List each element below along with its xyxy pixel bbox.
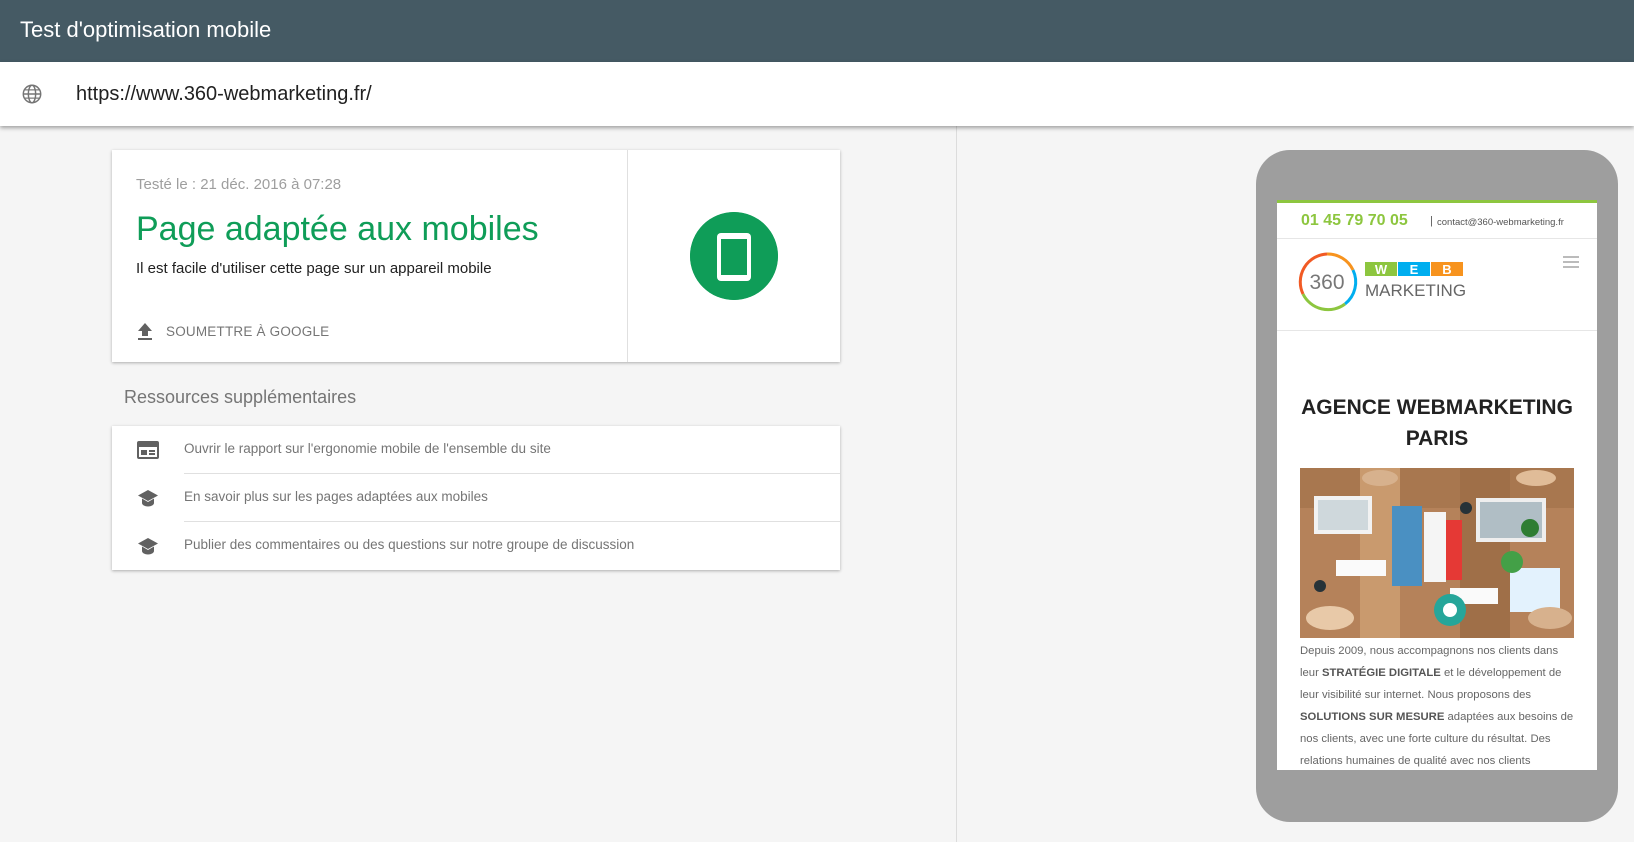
site-phone-number: 01 45 79 70 05 [1301, 212, 1408, 229]
svg-text:B: B [1442, 262, 1451, 277]
site-intro-paragraph: Depuis 2009, nous accompagnons nos clien… [1300, 645, 1574, 767]
submit-label: SOUMETTRE À GOOGLE [166, 323, 330, 339]
svg-text:E: E [1410, 262, 1419, 277]
mobile-friendly-icon [690, 212, 778, 300]
resources-heading: Ressources supplémentaires [124, 387, 357, 407]
url-bar [0, 62, 1634, 126]
submit-to-google-button[interactable]: SOUMETTRE À GOOGLE [136, 316, 329, 346]
page-preview[interactable]: 01 45 79 70 05 | contact@360-webmarketin… [1277, 200, 1597, 770]
result-description: Il est facile d'utiliser cette page sur … [136, 260, 492, 277]
school-icon [138, 490, 158, 507]
resource-label: Ouvrir le rapport sur l'ergonomie mobile… [184, 441, 551, 456]
school-icon [138, 538, 158, 555]
card-divider [627, 150, 628, 362]
site-divider [1277, 330, 1597, 331]
office-desk-photo [1300, 468, 1574, 638]
site-logo: 360 W E B MARKETING [1298, 252, 1466, 312]
resource-item-discussion[interactable]: Publier des commentaires ou des question… [112, 522, 840, 570]
svg-text:W: W [1375, 262, 1388, 277]
phone-preview-frame: 01 45 79 70 05 | contact@360-webmarketin… [1256, 150, 1618, 822]
hamburger-menu-icon [1563, 256, 1579, 268]
resource-label: En savoir plus sur les pages adaptées au… [184, 489, 488, 504]
resource-label: Publier des commentaires ou des question… [184, 537, 635, 552]
resource-item-report[interactable]: Ouvrir le rapport sur l'ergonomie mobile… [112, 426, 840, 474]
site-email: contact@360-webmarketing.fr [1437, 217, 1564, 228]
upload-icon [138, 323, 152, 340]
globe-icon [22, 84, 42, 104]
result-card: Testé le : 21 déc. 2016 à 07:28 Page ada… [112, 150, 840, 362]
site-separator: | [1430, 215, 1433, 227]
site-divider [1277, 238, 1597, 239]
app-title: Test d'optimisation mobile [20, 17, 272, 42]
app-header: Test d'optimisation mobile [0, 0, 1634, 62]
resource-item-learn-more[interactable]: En savoir plus sur les pages adaptées au… [112, 474, 840, 522]
resources-list: Ouvrir le rapport sur l'ergonomie mobile… [112, 426, 840, 570]
result-title: Page adaptée aux mobiles [136, 210, 539, 248]
svg-text:MARKETING: MARKETING [1365, 281, 1466, 300]
site-heading: AGENCE WEBMARKETING PARIS [1301, 396, 1573, 450]
report-icon [137, 441, 159, 459]
site-top-accent [1277, 200, 1597, 203]
tested-date: Testé le : 21 déc. 2016 à 07:28 [136, 176, 342, 193]
url-input[interactable] [76, 81, 1476, 107]
svg-text:360: 360 [1309, 271, 1344, 294]
pane-divider [956, 126, 957, 842]
